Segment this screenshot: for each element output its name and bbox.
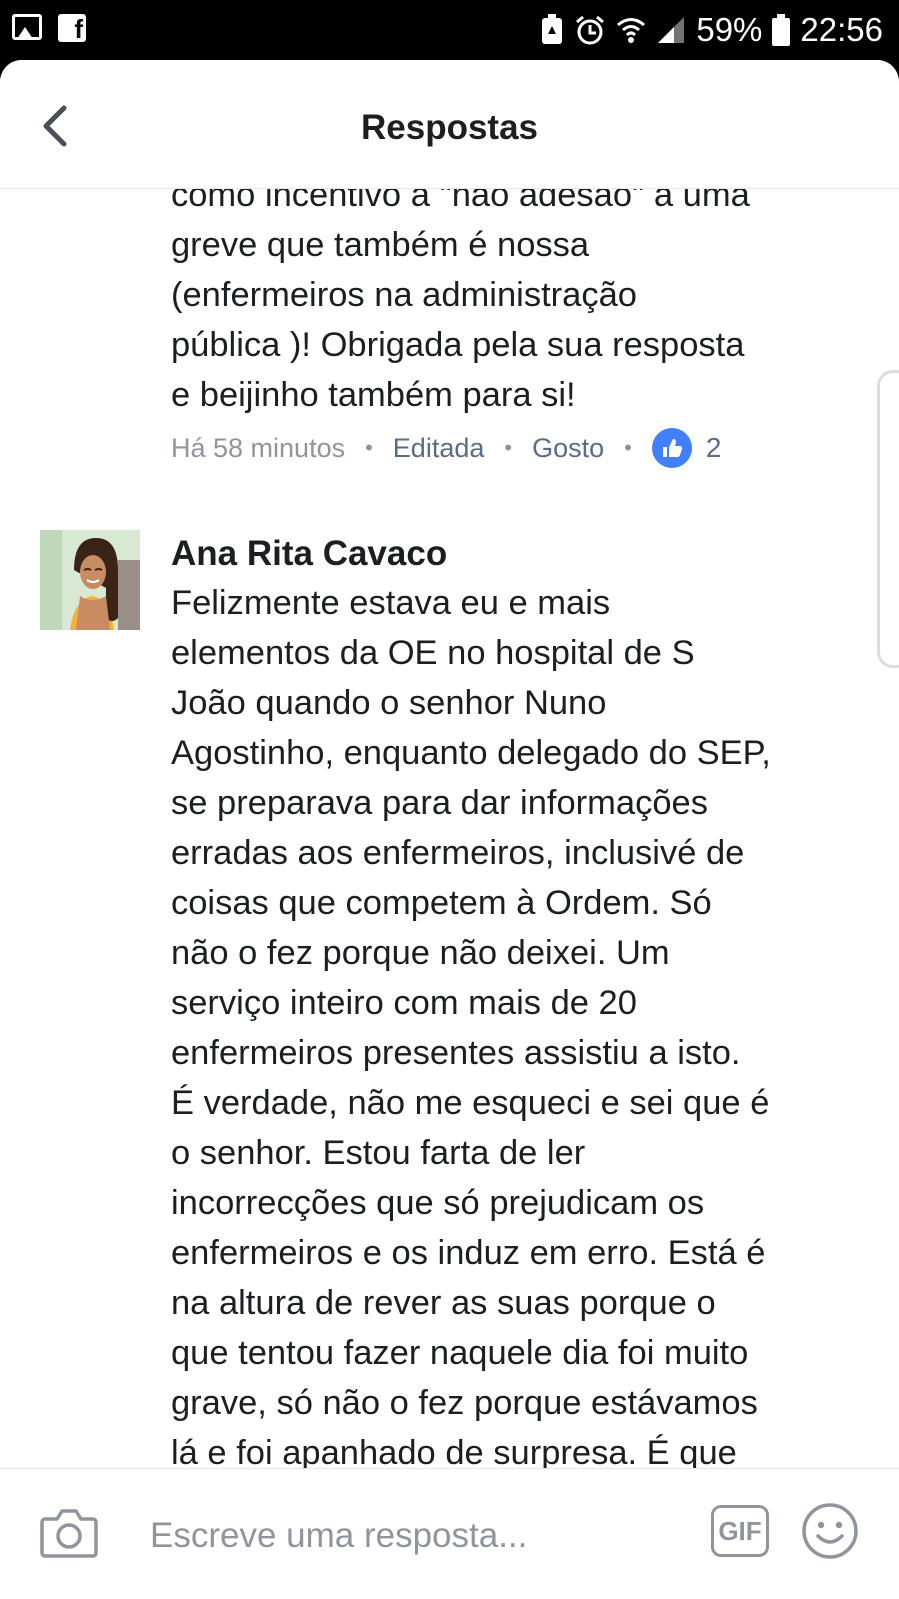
replies-list[interactable]: como incentivo à "não adesão" a uma grev…: [0, 188, 899, 1528]
scroll-indicator: [877, 370, 899, 668]
camera-button[interactable]: [40, 1505, 98, 1559]
separator-dot: •: [504, 435, 513, 460]
separator-dot: •: [624, 435, 632, 460]
header: Respostas: [0, 60, 899, 189]
battery-percent: 59%: [696, 11, 763, 48]
battery-icon: [772, 14, 791, 46]
battery-saver-icon: [542, 14, 563, 44]
camera-icon: [40, 1509, 98, 1558]
avatar[interactable]: [40, 530, 140, 630]
replies-sheet: Respostas como incentivo à "não adesão" …: [0, 60, 899, 1599]
emoji-icon: [802, 1503, 858, 1559]
reply-composer: GIF: [0, 1468, 899, 1599]
page-title: Respostas: [360, 108, 539, 147]
alarm-icon: [576, 15, 605, 45]
like-button[interactable]: Gosto: [532, 433, 604, 464]
comment-timestamp: Há 58 minutos: [171, 432, 346, 463]
clock: 22:56: [800, 11, 883, 48]
reply-input[interactable]: [150, 1511, 670, 1561]
comment-author[interactable]: Ana Rita Cavaco: [171, 534, 447, 574]
wifi-icon: [617, 18, 646, 43]
image-icon: [12, 14, 42, 40]
like-reaction-icon[interactable]: [651, 428, 692, 468]
reaction-count[interactable]: 2: [706, 432, 722, 464]
edited-link[interactable]: Editada: [393, 433, 485, 464]
facebook-icon: f: [58, 14, 86, 44]
comment-text: como incentivo à "não adesão" a uma grev…: [171, 188, 750, 414]
comment-meta: Há 58 minutos • Editada • Gosto • 2: [171, 428, 721, 468]
separator-dot: •: [365, 435, 373, 460]
emoji-button[interactable]: [801, 1502, 859, 1560]
comment-text: Felizmente estava eu e mais elementos da…: [171, 584, 771, 1472]
status-bar: f 59% 22:56: [0, 0, 899, 60]
gif-button[interactable]: GIF: [711, 1505, 769, 1557]
signal-icon: [658, 17, 685, 43]
